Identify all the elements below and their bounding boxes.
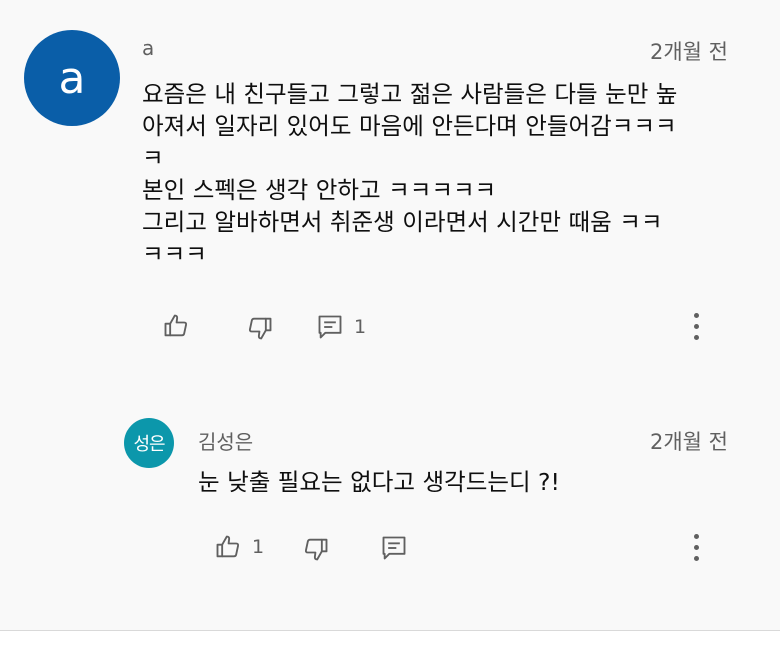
like-button[interactable]	[162, 312, 190, 340]
comment-text: 요즘은 내 친구들고 그렇고 젊은 사람들은 다들 눈만 높 아져서 일자리 있…	[142, 80, 678, 268]
reply-button[interactable]: 1	[316, 313, 366, 341]
more-vertical-icon[interactable]	[691, 313, 701, 340]
reply-like-button[interactable]: 1	[214, 533, 264, 561]
thumbs-up-icon	[164, 314, 188, 337]
dot	[693, 335, 699, 340]
reply-timestamp: 2개월 전	[650, 430, 728, 454]
reply-count: 1	[354, 316, 367, 338]
reply-like-count: 1	[252, 536, 265, 558]
dot	[693, 313, 699, 318]
dot	[693, 324, 699, 329]
comment-author[interactable]: a	[142, 36, 154, 60]
dot	[693, 534, 699, 539]
thumbs-down-icon	[248, 317, 272, 340]
dislike-button[interactable]	[246, 314, 274, 342]
reply-reply-button[interactable]	[380, 534, 408, 562]
dot	[693, 545, 699, 550]
bottom-bar	[0, 631, 780, 657]
reply-avatar-text: 성은	[133, 434, 165, 455]
comment-icon	[318, 315, 342, 339]
thumbs-down-icon	[304, 538, 328, 561]
thumbs-up-icon	[216, 535, 240, 558]
comments-screen: a a 2개월 전 요즘은 내 친구들고 그렇고 젊은 사람들은 다들 눈만 높…	[0, 0, 780, 657]
comment-icon	[382, 536, 406, 560]
reply-text: 눈 낮출 필요는 없다고 생각드는디 ?!	[198, 468, 560, 496]
reply-author[interactable]: 김성은	[198, 426, 253, 455]
more-vertical-icon[interactable]	[691, 534, 701, 561]
reply-author-avatar[interactable]: 성은	[124, 418, 174, 468]
author-avatar[interactable]: a	[24, 30, 120, 126]
avatar-letter: a	[58, 52, 86, 104]
comment-timestamp: 2개월 전	[650, 40, 728, 64]
reply-dislike-button[interactable]	[302, 535, 330, 563]
dot	[693, 556, 699, 561]
